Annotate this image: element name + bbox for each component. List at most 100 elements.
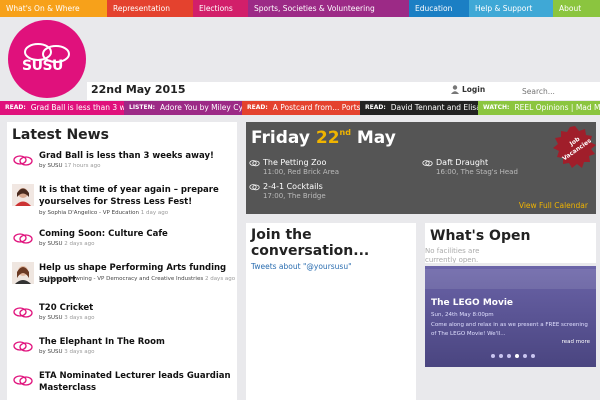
ticker-label: READ:: [242, 101, 271, 115]
date-bar: 22nd May 2015 Login: [87, 82, 600, 100]
event-name: 2-4-1 Cocktails: [263, 182, 323, 191]
speech-bubbles-icon: [249, 184, 260, 191]
news-meta: by SUSU 3 days ago: [39, 315, 95, 321]
promo-date: Sun, 24th May 8:00pm: [431, 312, 494, 318]
promo-read-more[interactable]: read more: [562, 339, 590, 345]
ticker-label: READ:: [360, 101, 389, 115]
susu-logo[interactable]: SUSU: [8, 20, 86, 98]
calendar-weekday: Friday: [251, 128, 310, 148]
news-item[interactable]: The Elephant In The Room by SUSU 3 days …: [12, 336, 236, 356]
search-input[interactable]: [517, 83, 597, 99]
ticker-item[interactable]: LISTEN: Adore You by Miley Cyru...: [124, 101, 242, 115]
news-title[interactable]: It is that time of year again – prepare …: [39, 184, 235, 208]
event-time: 17:00, The Bridge: [263, 192, 326, 200]
latest-news-panel: Latest News Grad Ball is less than 3 wee…: [7, 122, 237, 400]
logo-text: SUSU: [22, 58, 63, 74]
news-meta: by SUSU 3 days ago: [39, 349, 95, 355]
news-meta: by SUSU 2 days ago: [39, 241, 95, 247]
calendar-date: Friday 22nd May: [251, 128, 396, 148]
susu-avatar-icon: [13, 375, 33, 386]
whats-open-panel: What's Open No facilities are currently …: [425, 223, 596, 263]
news-item[interactable]: T20 Cricket by SUSU 3 days ago: [12, 302, 236, 322]
ticker-text: Adore You by Miley Cyru...: [158, 101, 242, 115]
speech-bubbles-icon: [422, 160, 433, 167]
news-title[interactable]: ETA Nominated Lecturer leads Guardian Ma…: [39, 370, 235, 394]
ticker-text: REEL Opinions | Mad M...: [512, 101, 600, 115]
news-time: 1 day ago: [140, 210, 169, 216]
slider-dot[interactable]: [491, 354, 495, 358]
news-time: 3 days ago: [64, 349, 95, 355]
promo-banner-image: [425, 269, 596, 289]
susu-avatar-icon: [13, 307, 33, 318]
news-item[interactable]: ETA Nominated Lecturer leads Guardian Ma…: [12, 370, 236, 400]
news-author: by SUSU: [39, 241, 63, 247]
susu-avatar-icon: [13, 233, 33, 244]
news-title[interactable]: Help us shape Performing Arts funding su…: [39, 262, 235, 286]
event-name: The Petting Zoo: [263, 158, 327, 167]
nav-elections[interactable]: Elections: [193, 0, 248, 17]
calendar-day-suffix: nd: [339, 128, 351, 137]
twitter-feed-link[interactable]: Tweets about "@yoursusu": [251, 262, 352, 271]
news-title[interactable]: Grad Ball is less than 3 weeks away!: [39, 150, 235, 162]
nav-representation[interactable]: Representation: [107, 0, 193, 17]
slider-dot[interactable]: [499, 354, 503, 358]
events-calendar: Friday 22nd May The Petting Zoo 11:00, R…: [246, 122, 596, 214]
news-item[interactable]: Coming Soon: Culture Cafe by SUSU 2 days…: [12, 228, 236, 248]
news-author: by Sophia D'Angelico - VP Education: [39, 210, 139, 216]
news-meta: by Sophia D'Angelico - VP Education 1 da…: [39, 210, 168, 216]
news-author: by SUSU: [39, 349, 63, 355]
nav-education[interactable]: Education: [409, 0, 469, 17]
news-item[interactable]: It is that time of year again – prepare …: [12, 184, 236, 216]
view-calendar-link[interactable]: View Full Calendar: [519, 201, 588, 210]
person-avatar: [12, 184, 34, 206]
slider-dot[interactable]: [507, 354, 511, 358]
news-meta: by SUSU 17 hours ago: [39, 163, 100, 169]
whats-open-empty: No facilities are currently open.: [425, 247, 480, 263]
nav-about[interactable]: About: [553, 0, 600, 17]
ticker-bar: READ: Grad Ball is less than 3 w... LIST…: [0, 101, 600, 115]
news-meta: by Megan Downing - VP Democracy and Crea…: [39, 276, 235, 282]
whats-open-heading: What's Open: [430, 228, 531, 244]
ticker-item[interactable]: READ: David Tennant and Elisab...: [360, 101, 478, 115]
susu-avatar-icon: [13, 341, 33, 352]
ticker-label: READ:: [0, 101, 29, 115]
ticker-label: LISTEN:: [124, 101, 158, 115]
ticker-text: David Tennant and Elisab...: [388, 101, 478, 115]
speech-bubbles-icon: [249, 160, 260, 167]
job-vacancies-badge[interactable]: Job Vacancies: [550, 126, 600, 168]
event-time: 16:00, The Stag's Head: [436, 168, 518, 176]
news-heading: Latest News: [12, 127, 109, 143]
news-author: by SUSU: [39, 163, 63, 169]
news-time: 2 days ago: [64, 241, 95, 247]
promo-title[interactable]: The LEGO Movie: [431, 298, 513, 308]
ticker-label: WATCH:: [478, 101, 513, 115]
ticker-item[interactable]: READ: A Postcard from... Portsm...: [242, 101, 360, 115]
slider-dot[interactable]: [531, 354, 535, 358]
login-link[interactable]: Login: [451, 85, 485, 94]
person-avatar: [12, 262, 34, 284]
nav-help-support[interactable]: Help & Support: [469, 0, 553, 17]
news-time: 17 hours ago: [64, 163, 101, 169]
slider-dot[interactable]: [523, 354, 527, 358]
news-time: 3 days ago: [64, 315, 95, 321]
login-label: Login: [462, 85, 486, 94]
slider-dots: [491, 354, 535, 358]
news-title[interactable]: T20 Cricket: [39, 302, 235, 314]
promo-description: Come along and relax in as we present a …: [431, 322, 588, 337]
current-date: 22nd May 2015: [91, 83, 186, 96]
nav-sports-societies[interactable]: Sports, Societies & Volunteering: [248, 0, 409, 17]
ticker-item[interactable]: WATCH: REEL Opinions | Mad M...: [478, 101, 600, 115]
ticker-item[interactable]: READ: Grad Ball is less than 3 w...: [0, 101, 124, 115]
news-title[interactable]: The Elephant In The Room: [39, 336, 235, 348]
calendar-day-number: 22: [315, 128, 340, 148]
news-item[interactable]: Help us shape Performing Arts funding su…: [12, 262, 236, 288]
ticker-text: Grad Ball is less than 3 w...: [28, 101, 124, 115]
news-item[interactable]: Grad Ball is less than 3 weeks away! by …: [12, 150, 236, 170]
slider-dot-active[interactable]: [515, 354, 519, 358]
nav-whats-on[interactable]: What's On & Where: [0, 0, 107, 17]
conversation-heading: Join the conversation...: [251, 227, 370, 259]
news-author: by SUSU: [39, 315, 63, 321]
news-title[interactable]: Coming Soon: Culture Cafe: [39, 228, 235, 240]
promo-slider[interactable]: The LEGO Movie Sun, 24th May 8:00pm Come…: [425, 266, 596, 367]
news-author: by Megan Downing - VP Democracy and Crea…: [39, 276, 204, 282]
